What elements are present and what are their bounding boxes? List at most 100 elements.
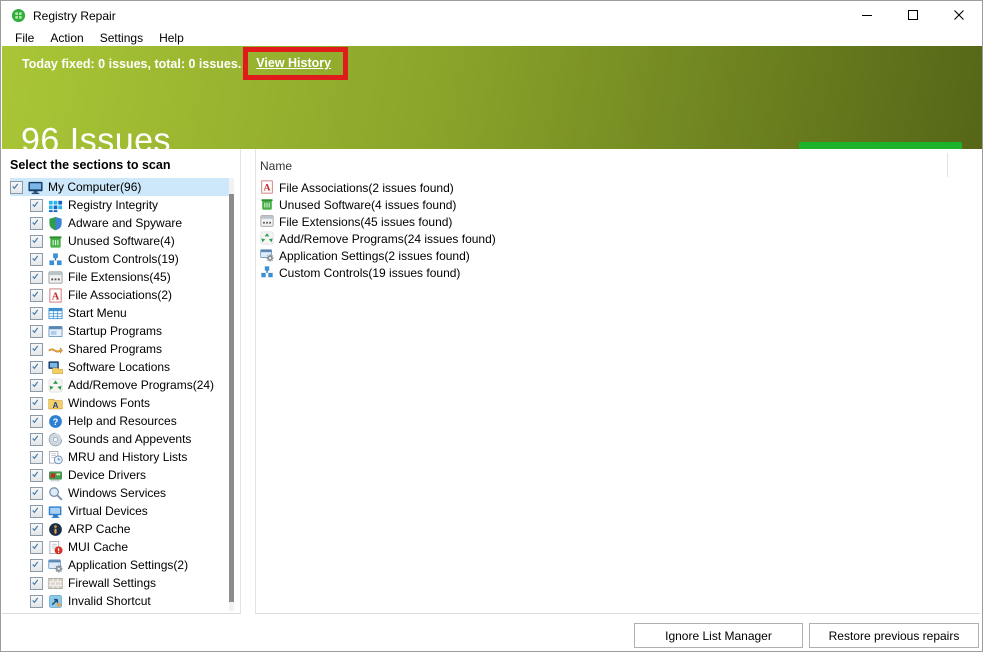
- tree-item-label: Help and Resources: [66, 414, 177, 428]
- tree-item[interactable]: MUI Cache: [10, 538, 234, 556]
- titlebar[interactable]: Registry Repair: [1, 1, 982, 31]
- close-button[interactable]: [936, 1, 982, 31]
- result-item-label: Unused Software(4 issues found): [279, 198, 456, 212]
- checkbox[interactable]: [10, 181, 23, 194]
- checkbox[interactable]: [30, 523, 43, 536]
- checkbox[interactable]: [30, 325, 43, 338]
- checkbox[interactable]: [30, 577, 43, 590]
- checkbox[interactable]: [30, 379, 43, 392]
- checkbox[interactable]: [30, 541, 43, 554]
- tree-item[interactable]: Application Settings(2): [10, 556, 234, 574]
- tree-item-label: File Extensions(45): [66, 270, 171, 284]
- checkbox[interactable]: [30, 199, 43, 212]
- tree-item[interactable]: Invalid Shortcut: [10, 592, 234, 610]
- software-locations-icon: [48, 360, 63, 375]
- tree-item[interactable]: Shared Programs: [10, 340, 234, 358]
- checkbox[interactable]: [30, 361, 43, 374]
- tree-item-label: Custom Controls(19): [66, 252, 179, 266]
- sections-panel-header: Select the sections to scan: [10, 158, 170, 172]
- checkbox[interactable]: [30, 433, 43, 446]
- tree-item-label: File Associations(2): [66, 288, 172, 302]
- banner-status-line: Today fixed: 0 issues, total: 0 issues. …: [22, 47, 348, 80]
- shortcut-arrow-icon: [48, 594, 63, 609]
- tree-item-label: Firewall Settings: [66, 576, 156, 590]
- tree-item[interactable]: Add/Remove Programs(24): [10, 376, 234, 394]
- result-item[interactable]: Unused Software(4 issues found): [256, 196, 980, 213]
- banner: Today fixed: 0 issues, total: 0 issues. …: [2, 46, 983, 149]
- checkbox[interactable]: [30, 559, 43, 572]
- tree-item[interactable]: Startup Programs: [10, 322, 234, 340]
- tree-item[interactable]: Firewall Settings: [10, 574, 234, 592]
- result-item[interactable]: File Extensions(45 issues found): [256, 213, 980, 230]
- maximize-icon: [905, 7, 921, 26]
- result-item[interactable]: Add/Remove Programs(24 issues found): [256, 230, 980, 247]
- results-panel: Name AFile Associations(2 issues found) U…: [255, 149, 980, 614]
- checkbox[interactable]: [30, 217, 43, 230]
- tree-item[interactable]: AWindows Fonts: [10, 394, 234, 412]
- checkbox[interactable]: [30, 253, 43, 266]
- checkbox[interactable]: [30, 307, 43, 320]
- result-item[interactable]: Application Settings(2 issues found): [256, 247, 980, 264]
- results-list: AFile Associations(2 issues found) Unused…: [256, 179, 980, 281]
- checkbox[interactable]: [30, 397, 43, 410]
- tree-item-label: Registry Integrity: [66, 198, 158, 212]
- menu-help[interactable]: Help: [151, 31, 192, 46]
- tree-item[interactable]: ARP Cache: [10, 520, 234, 538]
- tree-item[interactable]: Adware and Spyware: [10, 214, 234, 232]
- result-item[interactable]: Custom Controls(19 issues found): [256, 264, 980, 281]
- custom-controls-blocks-icon: [48, 252, 63, 267]
- tree-item[interactable]: Windows Services: [10, 484, 234, 502]
- my-computer-icon: [28, 180, 43, 195]
- firewall-wall-icon: [48, 576, 63, 591]
- minimize-button[interactable]: [844, 1, 890, 31]
- svg-text:A: A: [53, 400, 59, 409]
- tree-item-label: Device Drivers: [66, 468, 146, 482]
- checkbox[interactable]: [30, 595, 43, 608]
- tree-item[interactable]: Software Locations: [10, 358, 234, 376]
- name-column-header[interactable]: Name: [260, 159, 292, 173]
- ignore-list-manager-button[interactable]: Ignore List Manager: [634, 623, 803, 648]
- tree-item[interactable]: Unused Software(4): [10, 232, 234, 250]
- checkbox[interactable]: [30, 271, 43, 284]
- tree-item[interactable]: Virtual Devices: [10, 502, 234, 520]
- tree-item[interactable]: Device Drivers: [10, 466, 234, 484]
- menu-settings[interactable]: Settings: [92, 31, 151, 46]
- checkbox[interactable]: [30, 469, 43, 482]
- tree-item[interactable]: Registry Integrity: [10, 196, 234, 214]
- checkbox[interactable]: [30, 235, 43, 248]
- result-item-label: Application Settings(2 issues found): [279, 249, 470, 263]
- mru-history-icon: [48, 450, 63, 465]
- tree-item[interactable]: Sounds and Appevents: [10, 430, 234, 448]
- view-history-link[interactable]: View History: [256, 56, 331, 70]
- menu-action[interactable]: Action: [42, 31, 91, 46]
- checkbox[interactable]: [30, 343, 43, 356]
- add-remove-recycle-icon: [48, 378, 63, 393]
- result-item-label: Custom Controls(19 issues found): [279, 266, 460, 280]
- checkbox[interactable]: [30, 289, 43, 302]
- tree-item[interactable]: ?Help and Resources: [10, 412, 234, 430]
- menubar: FileActionSettingsHelp: [1, 31, 982, 46]
- result-item[interactable]: AFile Associations(2 issues found): [256, 179, 980, 196]
- arp-globe-icon: [48, 522, 63, 537]
- checkbox[interactable]: [30, 415, 43, 428]
- checkbox[interactable]: [30, 487, 43, 500]
- menu-file[interactable]: File: [7, 31, 42, 46]
- restore-previous-repairs-button[interactable]: Restore previous repairs: [809, 623, 979, 648]
- svg-text:A: A: [52, 291, 60, 302]
- tree-item[interactable]: Start Menu: [10, 304, 234, 322]
- tree-scrollbar-thumb[interactable]: [229, 194, 234, 602]
- sections-panel: Select the sections to scan My Computer(…: [2, 149, 241, 614]
- tree-item[interactable]: File Extensions(45): [10, 268, 234, 286]
- checkbox[interactable]: [30, 505, 43, 518]
- tree-item[interactable]: A File Associations(2): [10, 286, 234, 304]
- tree-item[interactable]: Custom Controls(19): [10, 250, 234, 268]
- tree-scrollbar[interactable]: [229, 178, 234, 611]
- result-item-label: Add/Remove Programs(24 issues found): [279, 232, 496, 246]
- tree-item[interactable]: MRU and History Lists: [10, 448, 234, 466]
- tree-item[interactable]: My Computer(96): [10, 178, 234, 196]
- tree-item-label: Startup Programs: [66, 324, 162, 338]
- maximize-button[interactable]: [890, 1, 936, 31]
- checkbox[interactable]: [30, 451, 43, 464]
- tree-item-label: Shared Programs: [66, 342, 162, 356]
- shared-programs-icon: [48, 342, 63, 357]
